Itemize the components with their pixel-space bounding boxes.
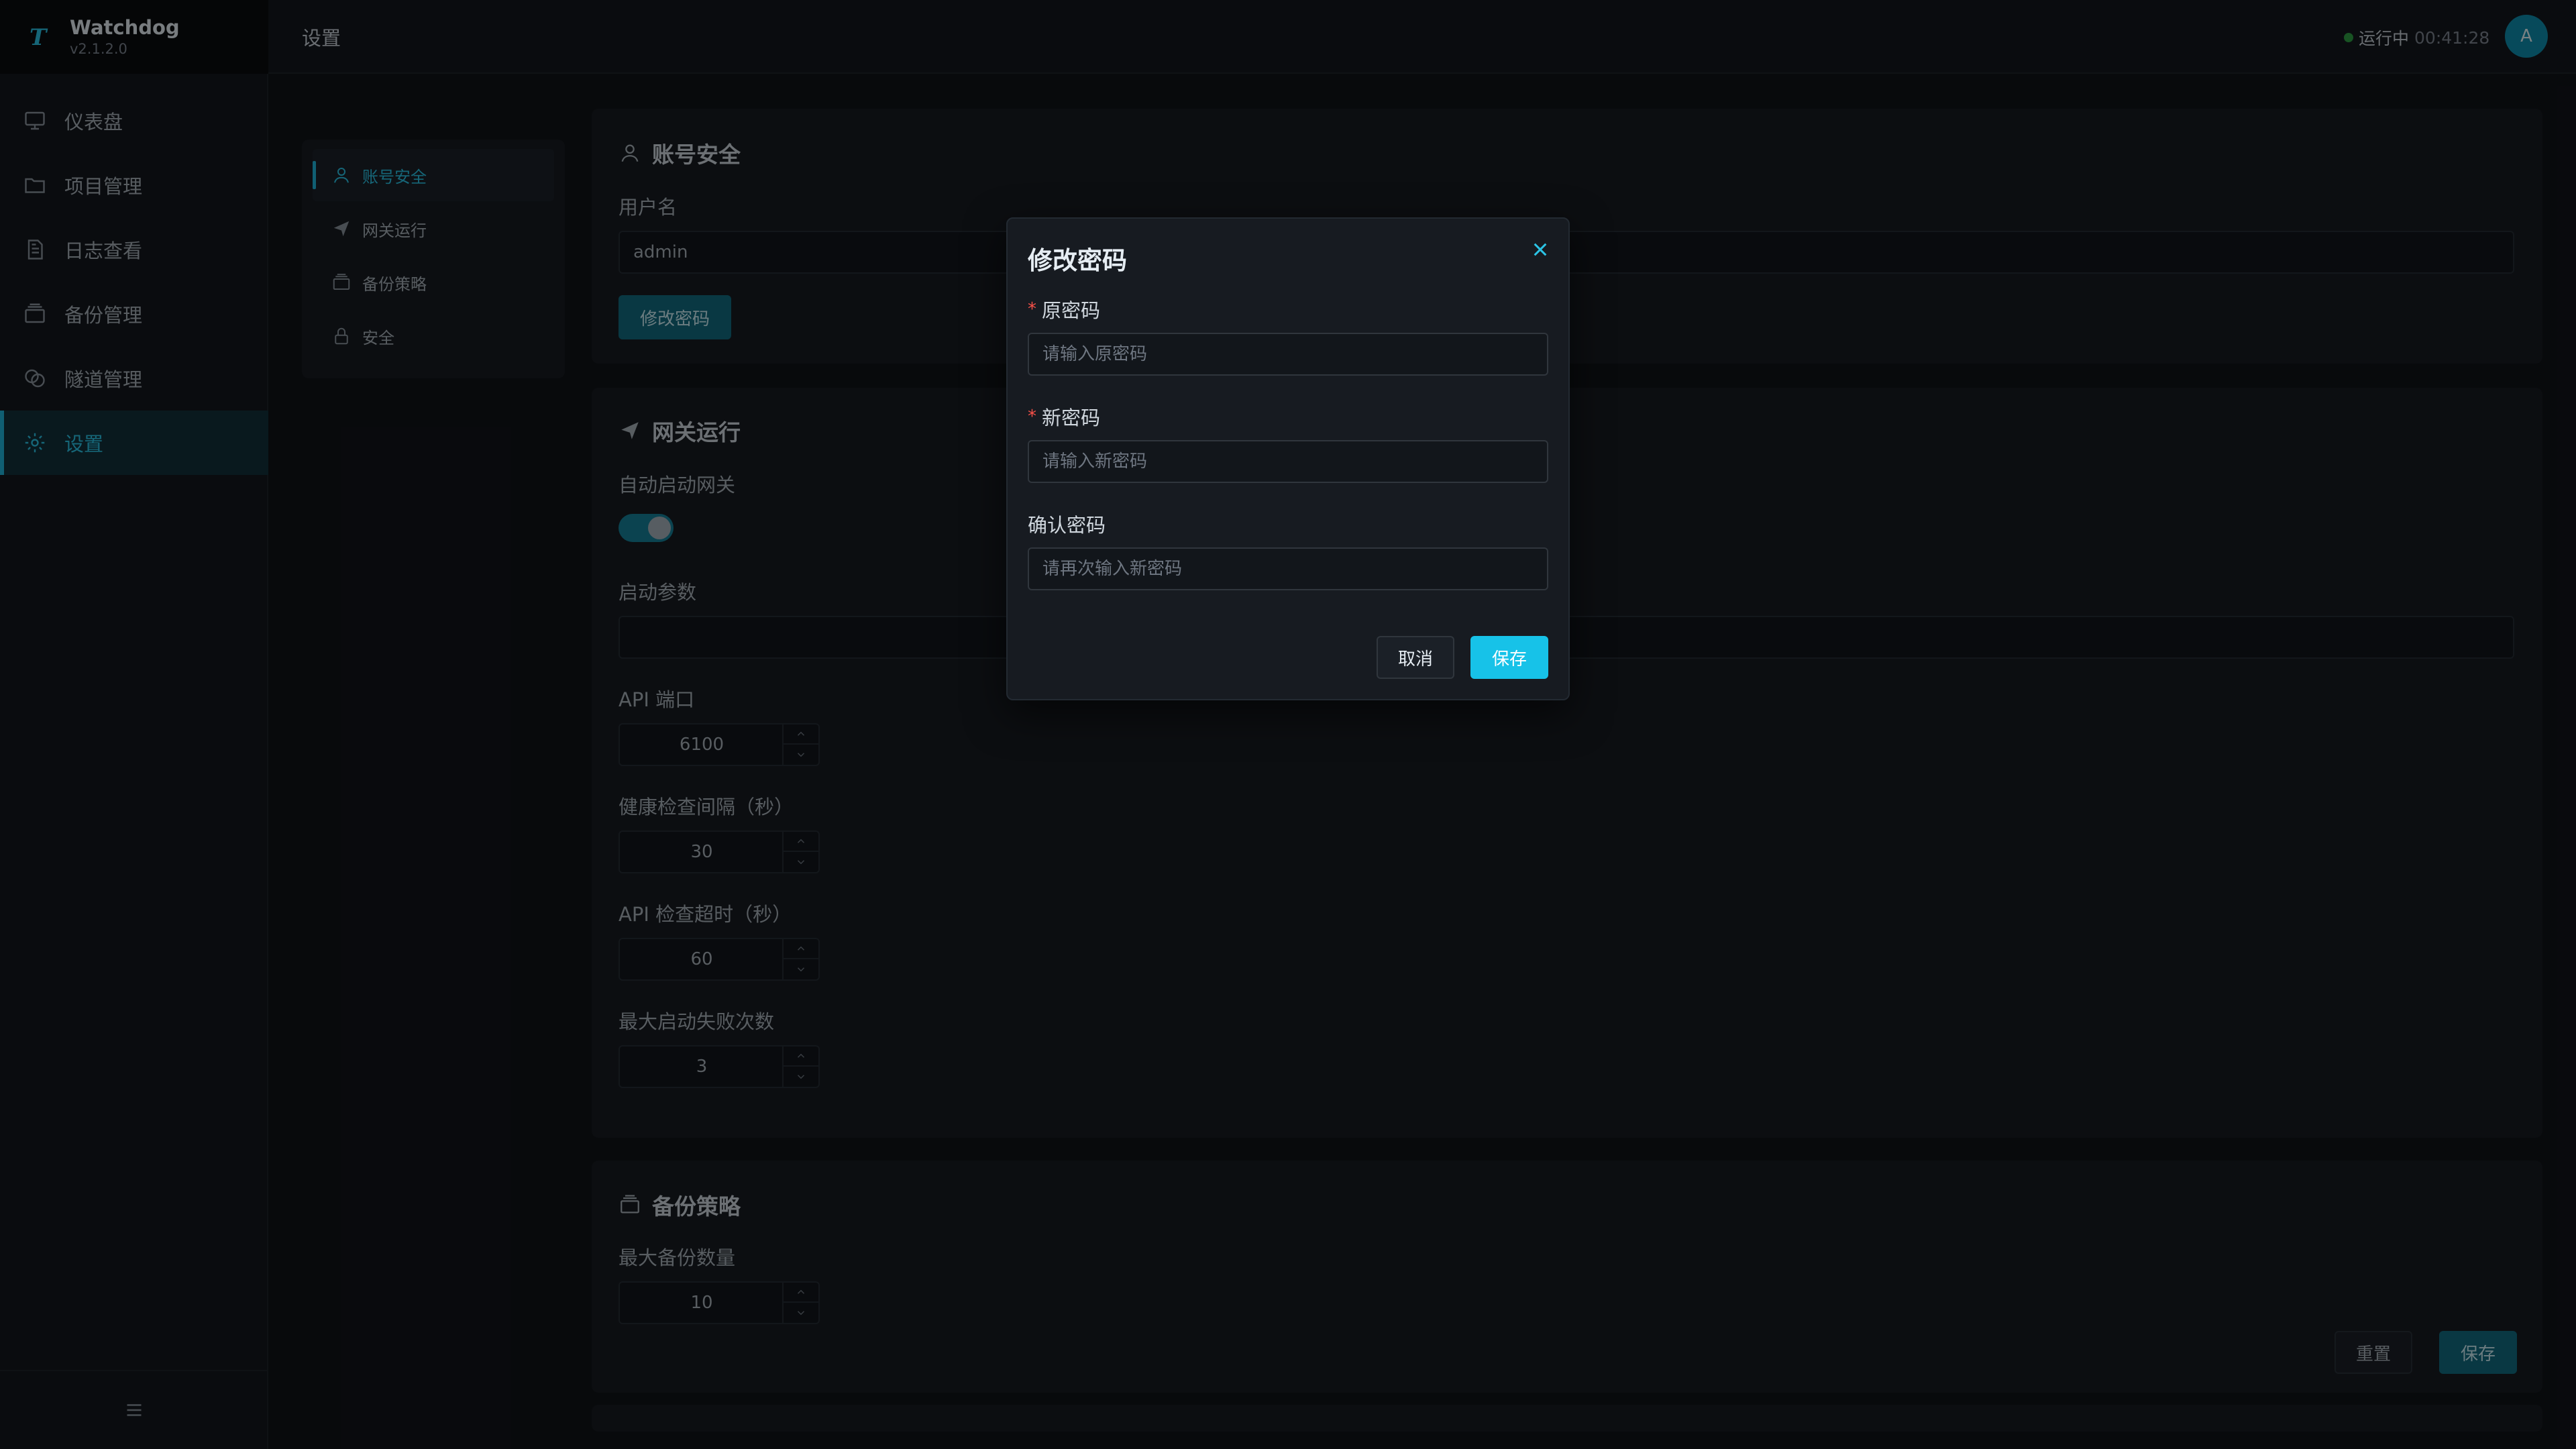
confirm-password-label: 确认密码 <box>1028 510 1106 538</box>
field-label-text: 确认密码 <box>1028 514 1106 537</box>
save-button[interactable]: 保存 <box>1470 636 1548 679</box>
field-label-text: 原密码 <box>1042 299 1101 322</box>
confirm-password-field[interactable] <box>1028 547 1548 590</box>
cancel-button[interactable]: 取消 <box>1377 636 1454 679</box>
required-mark: * <box>1028 407 1036 427</box>
new-password-label: * 新密码 <box>1028 402 1100 431</box>
required-mark: * <box>1028 299 1036 319</box>
old-password-label: * 原密码 <box>1028 295 1100 323</box>
old-password-field[interactable] <box>1028 333 1548 376</box>
field-label-text: 新密码 <box>1042 407 1101 429</box>
close-button[interactable] <box>1527 236 1554 263</box>
dialog-title: 修改密码 <box>1028 246 1127 275</box>
change-password-dialog: 修改密码 * 原密码 * 新密码 确认密码 取消 保存 <box>1006 217 1570 700</box>
new-password-field[interactable] <box>1028 440 1548 483</box>
app-window: T Watchdog v2.1.2.0 仪表盘 项目管理 日志查看 备份管理 隧… <box>0 0 2576 1449</box>
close-icon <box>1534 243 1547 256</box>
